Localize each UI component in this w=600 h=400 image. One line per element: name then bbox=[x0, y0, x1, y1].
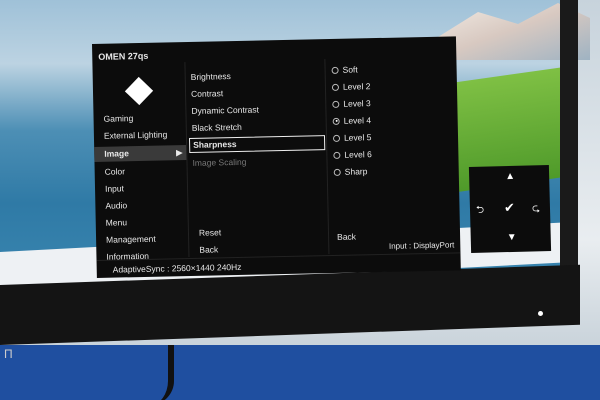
monitor-bezel-right bbox=[560, 0, 578, 300]
osd-menu: OMEN 27qs Gaming External Lighting Image… bbox=[92, 36, 462, 279]
menu-item-input[interactable]: Input bbox=[105, 183, 124, 193]
submenu-item-image-scaling: Image Scaling bbox=[192, 156, 247, 168]
radio-icon bbox=[331, 66, 339, 74]
menu-item-audio[interactable]: Audio bbox=[105, 200, 127, 210]
option-soft[interactable]: Soft bbox=[331, 64, 358, 75]
nav-down-icon[interactable]: ▼ bbox=[507, 232, 517, 243]
nav-up-icon[interactable]: ▲ bbox=[505, 171, 515, 182]
option-level-5[interactable]: Level 5 bbox=[332, 132, 372, 143]
nav-ok-icon[interactable]: ✔ bbox=[504, 200, 515, 216]
submenu-back-button[interactable]: Back bbox=[199, 244, 218, 254]
option-level-3[interactable]: Level 3 bbox=[332, 98, 371, 109]
menu-item-image[interactable]: Image ▶ bbox=[94, 145, 187, 162]
bezel-logo: П bbox=[4, 347, 13, 361]
nav-enter-icon[interactable]: ⮎ bbox=[532, 201, 540, 218]
option-label: Level 5 bbox=[343, 132, 372, 143]
omen-logo-icon bbox=[124, 76, 154, 106]
menu-item-external-lighting[interactable]: External Lighting bbox=[104, 129, 168, 140]
submenu-item-brightness[interactable]: Brightness bbox=[191, 71, 231, 82]
option-sharp[interactable]: Sharp bbox=[333, 166, 368, 177]
adaptive-sync-status: AdaptiveSync : 2560×1440 240Hz bbox=[112, 261, 242, 275]
radio-checked-icon bbox=[332, 117, 340, 125]
power-led-icon bbox=[538, 311, 543, 316]
nav-back-icon[interactable]: ⮌ bbox=[476, 203, 484, 220]
menu-item-color[interactable]: Color bbox=[105, 166, 126, 176]
option-level-4[interactable]: Level 4 bbox=[332, 115, 372, 126]
radio-icon bbox=[333, 168, 341, 176]
radio-icon bbox=[332, 134, 341, 142]
menu-item-menu[interactable]: Menu bbox=[106, 217, 127, 227]
submenu-arrow-icon: ▶ bbox=[176, 148, 183, 158]
submenu-item-sharpness[interactable]: Sharpness bbox=[188, 135, 326, 153]
submenu-item-contrast[interactable]: Contrast bbox=[191, 88, 223, 99]
desk-surface bbox=[0, 345, 600, 400]
option-level-2[interactable]: Level 2 bbox=[331, 81, 371, 92]
submenu-item-dynamic-contrast[interactable]: Dynamic Contrast bbox=[191, 105, 259, 116]
submenu-item-black-stretch[interactable]: Black Stretch bbox=[192, 122, 242, 133]
options-back-button[interactable]: Back bbox=[337, 232, 356, 242]
sharpness-options-column: Soft Level 2 Level 3 Level 4 Level 5 Lev… bbox=[324, 56, 462, 255]
option-label: Sharp bbox=[344, 166, 368, 177]
input-status: Input : DisplayPort bbox=[388, 240, 455, 251]
option-label: Level 3 bbox=[343, 98, 371, 109]
osd-title: OMEN 27qs bbox=[98, 50, 149, 62]
menu-item-gaming[interactable]: Gaming bbox=[103, 113, 133, 124]
option-level-6[interactable]: Level 6 bbox=[333, 149, 372, 160]
radio-icon bbox=[331, 83, 340, 91]
option-label: Level 6 bbox=[344, 149, 372, 160]
option-label: Soft bbox=[342, 64, 358, 75]
menu-item-image-label: Image bbox=[104, 148, 129, 159]
radio-icon bbox=[332, 100, 340, 108]
cable bbox=[150, 345, 174, 400]
radio-icon bbox=[333, 151, 341, 159]
menu-item-management[interactable]: Management bbox=[106, 234, 156, 245]
option-label: Level 4 bbox=[343, 115, 372, 126]
reset-button[interactable]: Reset bbox=[199, 227, 221, 237]
osd-nav-pad: ▲ ▼ ⮌ ⮎ ✔ bbox=[468, 164, 552, 254]
photo-scene: П OMEN 27qs Gaming External Lighting Ima… bbox=[0, 0, 600, 400]
option-label: Level 2 bbox=[342, 81, 371, 92]
image-submenu-column: Brightness Contrast Dynamic Contrast Bla… bbox=[184, 59, 330, 258]
main-menu-column: Gaming External Lighting Image ▶ Color I… bbox=[92, 62, 188, 262]
